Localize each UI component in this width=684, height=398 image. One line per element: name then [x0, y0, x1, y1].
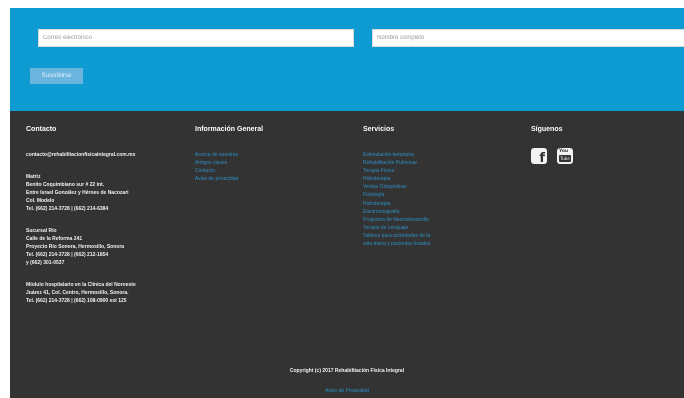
info-link-contact[interactable]: Contacto	[195, 167, 345, 175]
services-column: Servicios Estimulación temprana Rehabili…	[363, 126, 513, 248]
contact-title: Contacto	[26, 126, 57, 133]
service-link[interactable]: vida diaria y pacientes lisiados	[363, 240, 513, 248]
info-title: Información General	[195, 126, 264, 133]
info-link-friends[interactable]: Amigos claves	[195, 159, 345, 167]
sucursal-address: Sucursal Río Calle de la Reforma 241 Pro…	[26, 227, 176, 267]
address-line: Col. Modelo	[26, 198, 55, 204]
service-link[interactable]: Talleres para actividades de la	[363, 232, 513, 240]
facebook-icon[interactable]: f	[531, 148, 547, 166]
service-link[interactable]: Estimulación temprana	[363, 151, 513, 159]
service-link[interactable]: Programa de Neurodesarrollo	[363, 216, 513, 224]
address-line: Benito Coquimbiano sur # 22 int.	[26, 182, 105, 188]
modulo-address: Módulo hospitalario en la Clínica del No…	[26, 281, 176, 305]
full-name-input[interactable]	[372, 29, 684, 47]
address-line: Tel. (662) 214-3728 | (662) 108-0900 ext…	[26, 298, 127, 304]
address-line: Calle de la Reforma 241	[26, 236, 83, 242]
social-column: Síguenos f You Tube	[531, 126, 651, 166]
email-input[interactable]	[38, 29, 354, 47]
social-icons: f You Tube	[531, 148, 651, 166]
info-column: Información General Acerca de nosotros A…	[195, 126, 345, 183]
service-link[interactable]: Terapia de Lenguaje	[363, 224, 513, 232]
info-link-privacy[interactable]: Aviso de privacidad	[195, 175, 345, 183]
address-line: Proyecto Río Sonora, Hermosillo, Sonora	[26, 244, 125, 250]
copyright-text: Copyright (c) 2017 Rehabilitación Física…	[289, 368, 405, 374]
address-line: Sucursal Río	[26, 228, 57, 234]
newsletter-section: Suscribirse	[10, 8, 684, 111]
youtube-icon[interactable]: You Tube	[557, 148, 573, 164]
service-link[interactable]: Ventas Ortopédicas	[363, 183, 513, 191]
youtube-wordmark-top: You	[559, 149, 569, 154]
facebook-letter-icon: f	[539, 151, 545, 166]
address-line: Matriz	[26, 174, 41, 180]
service-link[interactable]: Hidroterapia	[363, 200, 513, 208]
address-line: y (662) 301-0537	[26, 260, 65, 266]
address-line: Juárez 41, Col. Centro, Hermosillo, Sono…	[26, 290, 129, 296]
contact-column: Contacto contacto@rehabilitacionfisicain…	[26, 126, 176, 319]
service-link[interactable]: Rehabilitación Pulmonar	[363, 159, 513, 167]
matriz-address: Matriz Benito Coquimbiano sur # 22 int. …	[26, 173, 176, 213]
address-line: Tel. (662) 214-3728 | (662) 212-1854	[26, 252, 109, 258]
address-line: Módulo hospitalario en la Clínica del No…	[26, 282, 136, 288]
social-title: Síguenos	[531, 126, 563, 133]
service-link[interactable]: Hidroterapia	[363, 175, 513, 183]
address-line: Tel. (662) 214-3728 | (662) 214-6384	[26, 206, 109, 212]
service-link[interactable]: Electromiografía	[363, 208, 513, 216]
page-frame: Suscribirse Contacto contacto@rehabilita…	[10, 8, 684, 398]
service-link[interactable]: Fisiología	[363, 191, 513, 199]
services-title: Servicios	[363, 126, 395, 133]
address-line: Entre Israel González y Héroes de Nacoza…	[26, 190, 129, 196]
privacy-link[interactable]: Aviso de Privacidad	[10, 388, 684, 394]
youtube-wordmark-box: Tube	[559, 155, 571, 162]
contact-email[interactable]: contacto@rehabilitacionfisicaintegral.co…	[26, 151, 176, 159]
service-link[interactable]: Terapia Física	[363, 167, 513, 175]
subscribe-button[interactable]: Suscribirse	[30, 68, 83, 84]
info-link-about[interactable]: Acerca de nosotros	[195, 151, 345, 159]
